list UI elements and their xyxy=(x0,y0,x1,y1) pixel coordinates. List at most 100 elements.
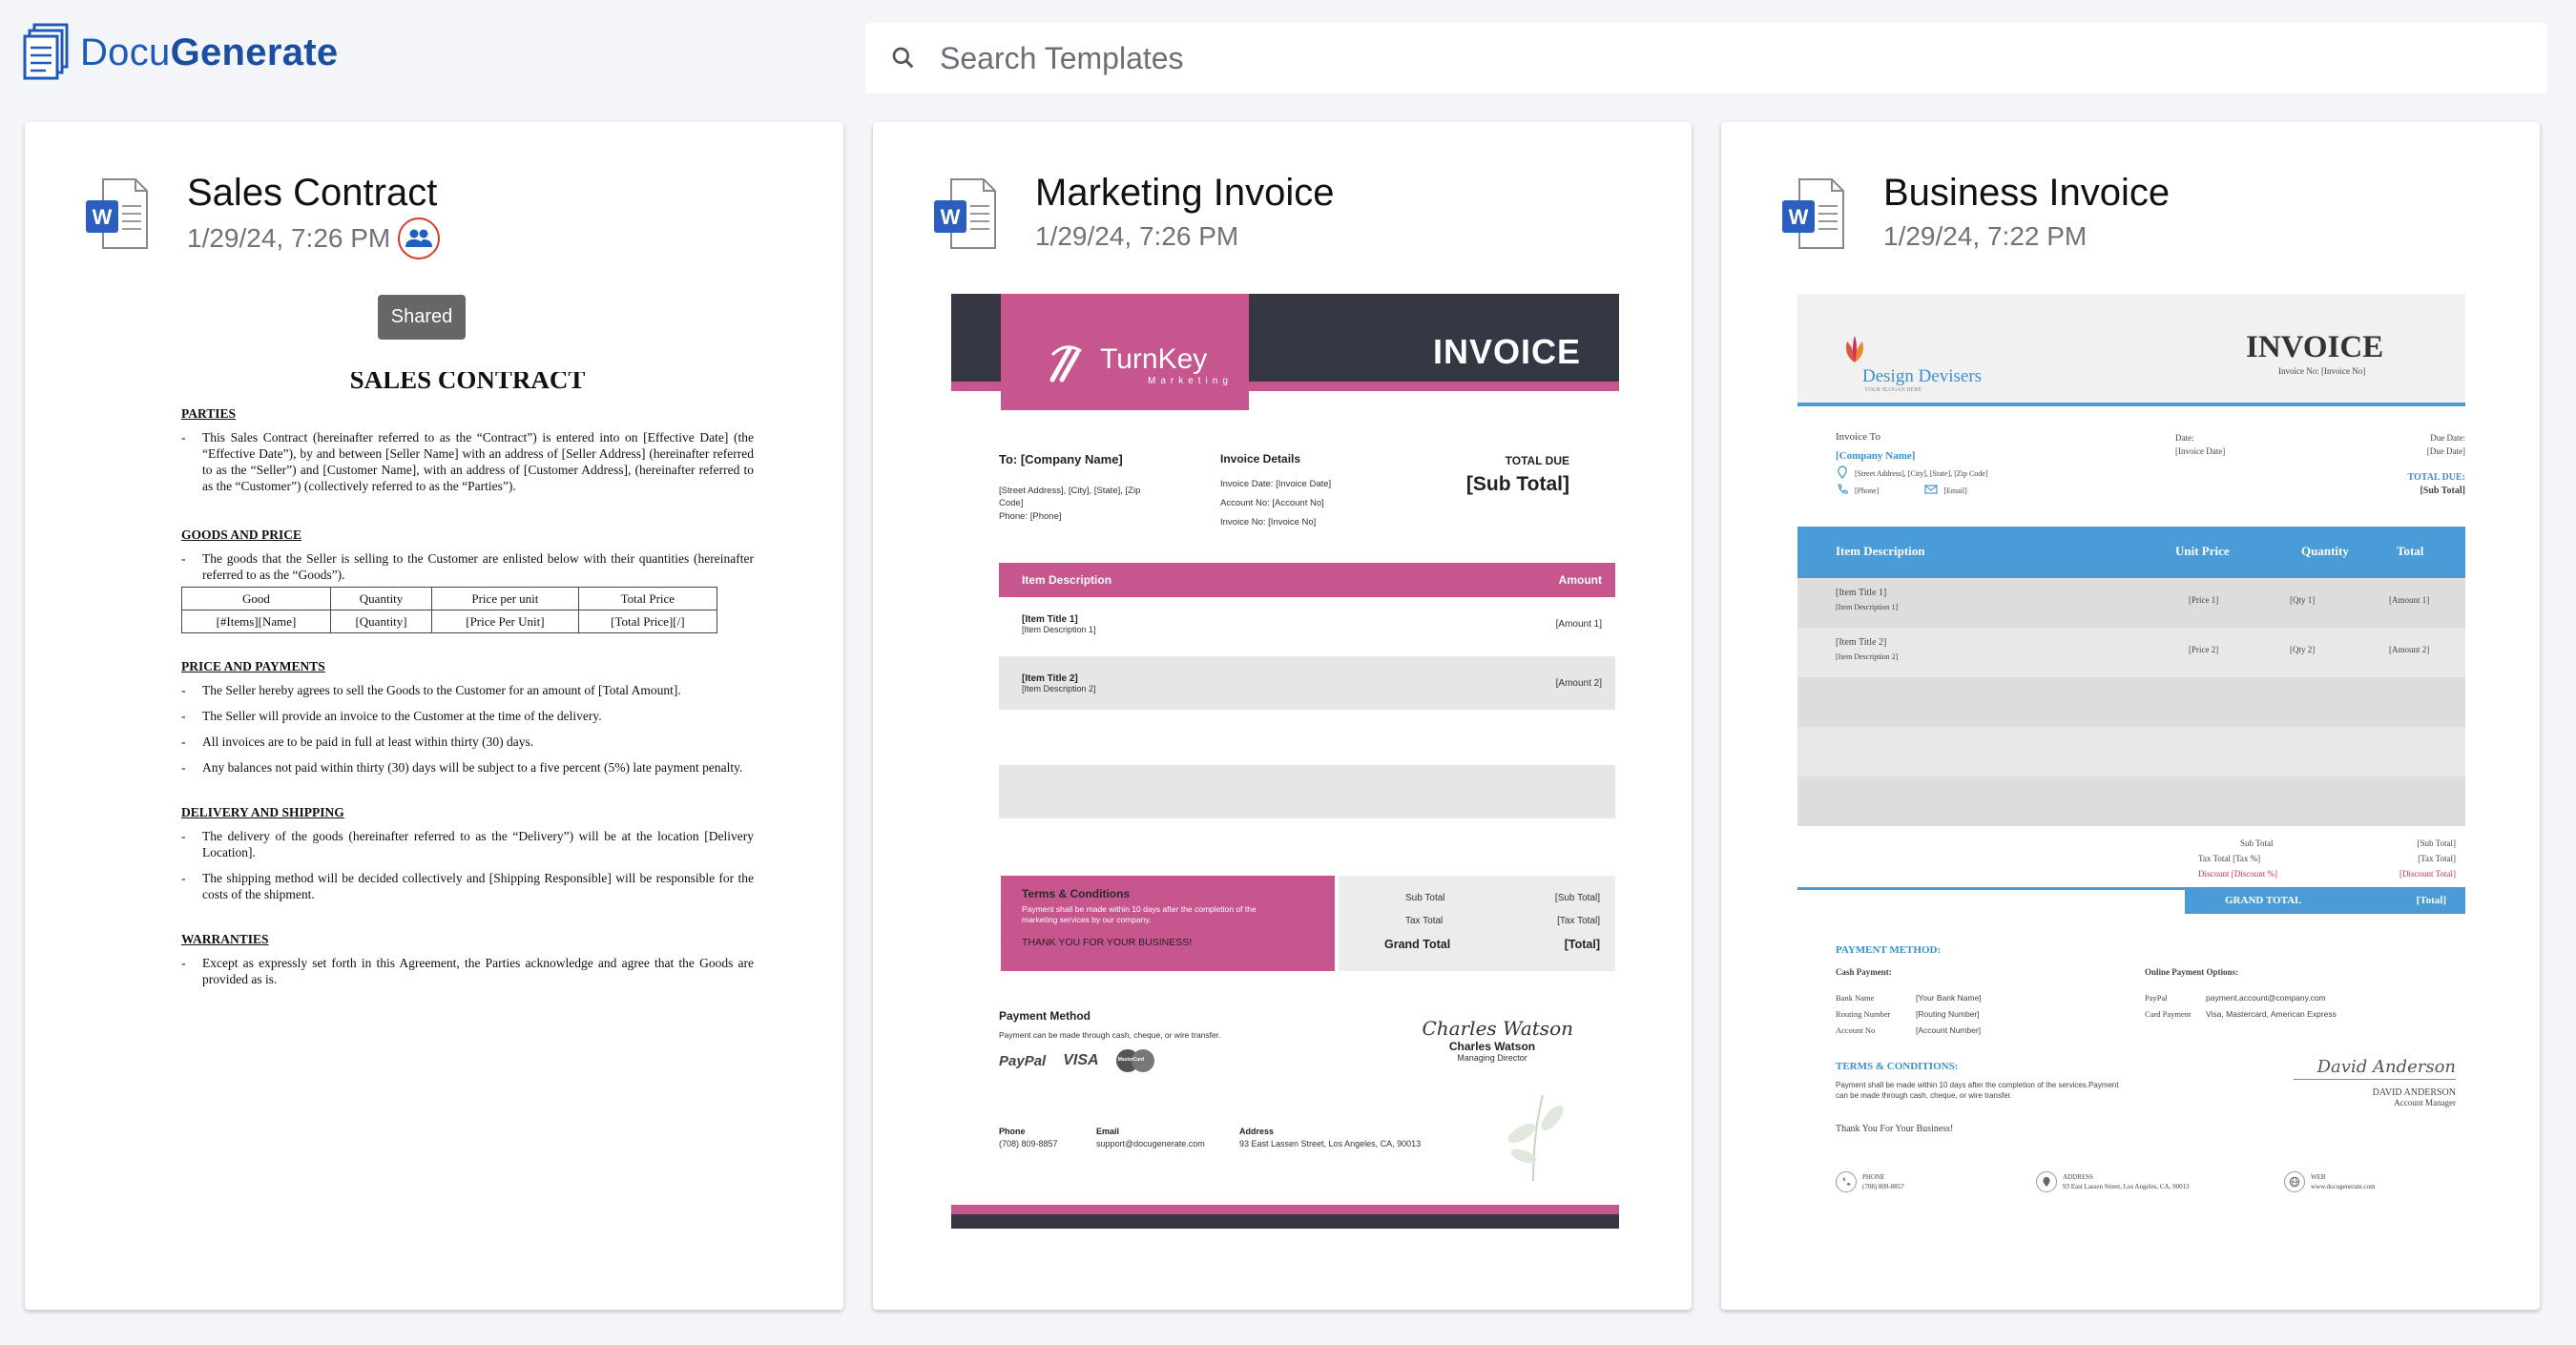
online-details: PayPal payment.account@company.com Card P… xyxy=(2145,990,2337,1023)
table-row-empty xyxy=(1797,727,2465,776)
due-value: [Due Date] xyxy=(2426,446,2465,456)
phone-icon xyxy=(1836,483,1849,498)
section-warranties: WARRANTIES xyxy=(181,932,269,946)
bank-label: Account No xyxy=(1836,1025,1876,1035)
footer-value: (708) 809-8857 xyxy=(1862,1183,1904,1190)
location-pin-icon xyxy=(2036,1171,2057,1192)
details-list: Invoice Date: [Invoice Date] Account No:… xyxy=(1220,475,1331,532)
word-doc-icon: W xyxy=(84,177,149,250)
search-bar[interactable]: Search Templates xyxy=(865,23,2547,93)
svg-text:W: W xyxy=(1789,205,1809,229)
turnkey-logo-icon xyxy=(1047,341,1089,386)
contract-item: Except as expressly set forth in this Ag… xyxy=(181,955,754,987)
contract-item: The shipping method will be decided coll… xyxy=(181,870,754,902)
discount-value: [Discount Total] xyxy=(2399,869,2456,879)
docs-stack-icon xyxy=(23,23,71,82)
table-row-empty xyxy=(1797,776,2465,826)
invoice-number: Invoice No: [Invoice No] xyxy=(2278,366,2366,376)
bill-to: To: [Company Name] xyxy=(999,452,1123,466)
item-amount: [Amount 1] xyxy=(2389,595,2430,605)
bank-value: [Account Number] xyxy=(1916,1025,1982,1035)
footer-value: 93 East Lassen Street, Los Angeles, CA, … xyxy=(1239,1139,1422,1148)
shared-users-icon[interactable] xyxy=(398,217,441,259)
bank-value: [Routing Number] xyxy=(1916,1009,1980,1019)
bank-label: Routing Number xyxy=(1836,1009,1891,1019)
shared-tooltip: Shared xyxy=(378,295,466,340)
payment-heading: Payment Method xyxy=(999,1009,1091,1023)
item-title: [Item Title 2] xyxy=(1836,637,1887,648)
table-cell: [Quantity] xyxy=(329,610,433,633)
footer-label: ADDRESS xyxy=(2063,1173,2093,1181)
footer-value: 93 East Lassen Street, Los Angeles, CA, … xyxy=(2063,1183,2190,1190)
thanks-text: THANK YOU FOR YOUR BUSINESS! xyxy=(1022,937,1193,948)
item-desc: [Item Description 2] xyxy=(1022,683,1096,693)
grand-total-bar: GRAND TOTAL [Total] xyxy=(2185,887,2465,914)
invoice-to-label: Invoice To xyxy=(1836,431,1880,443)
col-total: Total xyxy=(2397,544,2424,558)
svg-text:W: W xyxy=(93,205,113,229)
terms-text: Payment shall be made within 10 days aft… xyxy=(1836,1081,2119,1100)
date-block: Date: [Invoice Date] xyxy=(2175,431,2225,458)
mail-icon xyxy=(1924,484,1938,497)
item-title: [Item Title 1] xyxy=(1022,613,1078,625)
logo-sub: Marketing xyxy=(1148,376,1233,386)
payment-logos: PayPal VISA MasterCard xyxy=(999,1049,1154,1072)
app-logo[interactable]: DocuGenerate xyxy=(23,23,338,82)
col-desc: Item Description xyxy=(1022,573,1112,587)
items-header: Item Description Amount xyxy=(999,563,1615,597)
contract-item: The Seller will provide an invoice to th… xyxy=(181,708,754,724)
template-card-sales-contract[interactable]: W Sales Contract 1/29/24, 7:26 PM Shared… xyxy=(25,122,843,1310)
bill-address: [Street Address], [City], [State], [Zip … xyxy=(999,486,1141,508)
footer-value: (708) 809-8857 xyxy=(999,1139,1058,1148)
cash-heading: Cash Payment: xyxy=(1836,967,1892,977)
paypal-logo: PayPal xyxy=(999,1052,1047,1069)
template-card-marketing-invoice[interactable]: W Marketing Invoice 1/29/24, 7:26 PM Tur… xyxy=(873,122,1692,1310)
table-row-empty xyxy=(1797,677,2465,727)
footer-label: PHONE xyxy=(1862,1173,1885,1181)
goods-table: Good Quantity Price per unit Total Price [#… xyxy=(181,587,718,633)
template-card-business-invoice[interactable]: W Business Invoice 1/29/24, 7:22 PM Desi… xyxy=(1721,122,2540,1310)
online-label: PayPal xyxy=(2145,993,2168,1003)
signature-block: David Anderson DAVID ANDERSON Account Ma… xyxy=(2294,1057,2456,1107)
bill-phone: [Phone] xyxy=(1855,486,1880,495)
table-row: [Item Title 1] [Item Description 1] [Pri… xyxy=(1797,578,2465,628)
total-due-value: [Sub Total] xyxy=(1465,473,1569,495)
card-header: W Sales Contract 1/29/24, 7:26 PM xyxy=(84,170,441,265)
globe-icon xyxy=(2284,1171,2305,1192)
signer-role: Managing Director xyxy=(1457,1053,1527,1063)
online-label: Card Payment xyxy=(2145,1009,2192,1019)
footer-value: www.docugenerate.com xyxy=(2311,1183,2376,1190)
footer-label: Email xyxy=(1096,1127,1120,1136)
contract-paragraph: The goods that the Seller is selling to … xyxy=(181,550,754,583)
brand-bold: Generate xyxy=(170,31,339,73)
card-header: W Business Invoice 1/29/24, 7:22 PM xyxy=(1780,170,2170,265)
search-input[interactable]: Search Templates xyxy=(940,41,1184,76)
footer-label: Address xyxy=(1239,1127,1275,1136)
footer-phone: Phone (708) 809-8857 xyxy=(999,1126,1058,1150)
table-row: [Item Title 2] [Item Description 2] [Pri… xyxy=(1797,628,2465,677)
online-value: payment.account@company.com xyxy=(2206,993,2326,1003)
item-price: [Price 1] xyxy=(2189,595,2219,605)
bank-details: Bank Name [Your Bank Name] Routing Number… xyxy=(1836,990,1982,1039)
tax-value: [Tax Total] xyxy=(2418,854,2456,863)
invoice-title: INVOICE xyxy=(2246,330,2384,364)
footer-value: support@docugenerate.com xyxy=(1096,1139,1205,1148)
top-bar: DocuGenerate Search Templates xyxy=(0,0,2576,116)
table-header-cell: Price per unit xyxy=(431,587,579,610)
word-doc-icon: W xyxy=(1780,177,1845,250)
total-due-label: TOTAL DUE: xyxy=(2407,472,2465,483)
table-cell: [Total Price][/] xyxy=(577,610,718,633)
terms-heading: TERMS & CONDITIONS: xyxy=(1836,1061,1959,1072)
table-row: [Item Title 1] [Item Description 1] [Amou… xyxy=(999,597,1615,651)
bank-label: Bank Name xyxy=(1836,993,1875,1003)
section-parties: PARTIES xyxy=(181,406,237,421)
footer-label: Phone xyxy=(999,1127,1026,1136)
table-row-empty xyxy=(999,765,1615,818)
grand-value: [Total] xyxy=(2416,895,2446,906)
signer-name: Charles Watson xyxy=(1448,1040,1536,1053)
sales-contract-preview: SALES CONTRACT PARTIES This Sales Contra… xyxy=(181,372,754,997)
footer-email: Email support@docugenerate.com xyxy=(1096,1126,1205,1150)
tax-value: [Tax Total] xyxy=(1557,916,1600,926)
item-price: [Price 2] xyxy=(2189,645,2219,654)
table-header-cell: Total Price xyxy=(577,587,718,610)
